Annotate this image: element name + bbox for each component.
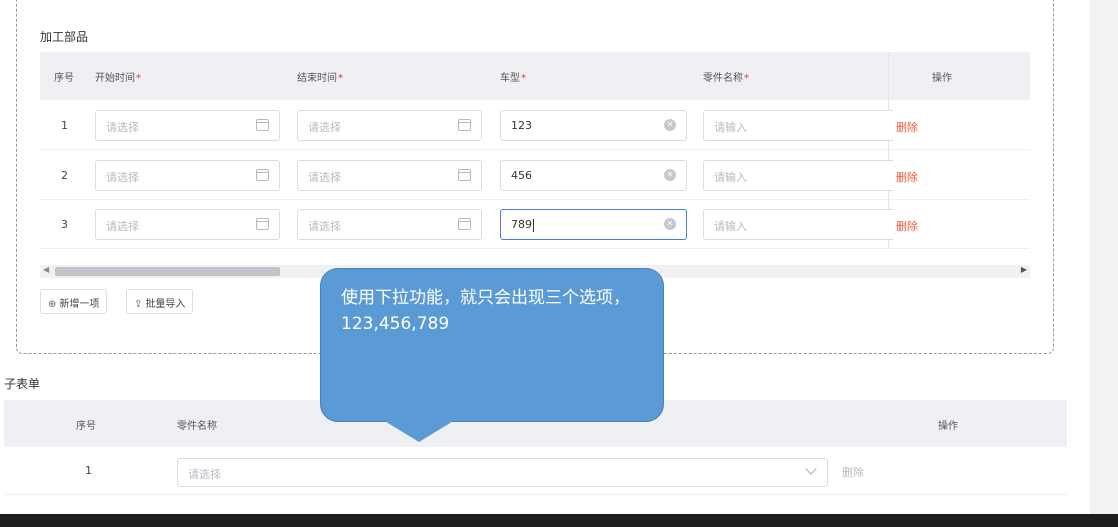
add-item-button[interactable]: ⊕ 新增一项 — [40, 289, 108, 314]
subtable-header-index: 序号 — [76, 421, 96, 432]
end-time-label: 结束时间 — [297, 73, 337, 84]
text-cursor — [533, 218, 534, 232]
row-index: 1 — [61, 119, 68, 132]
part-name-placeholder: 请输入 — [714, 220, 747, 233]
column-header-start-time: 开始时间* — [95, 69, 141, 84]
car-model-value: 789 — [511, 218, 532, 231]
delete-row-link[interactable]: 删除 — [842, 464, 864, 480]
calendar-icon — [256, 119, 269, 131]
scroll-left-arrow-icon[interactable]: ◀ — [43, 265, 49, 274]
required-mark: * — [136, 73, 141, 84]
add-item-label: 新增一项 — [59, 299, 100, 310]
part-name-input[interactable]: 请输入 — [703, 209, 893, 240]
car-model-input[interactable]: 123 ✕ — [500, 110, 687, 141]
column-header-car-model: 车型* — [500, 69, 526, 84]
chevron-down-icon — [805, 463, 817, 475]
calendar-icon — [458, 119, 471, 131]
section-title: 加工部品 — [40, 30, 89, 44]
car-model-value: 456 — [511, 169, 532, 182]
subtable-header-actions: 操作 — [938, 421, 958, 432]
car-model-value-wrap: 789 — [511, 218, 534, 232]
calendar-icon — [256, 218, 269, 230]
bottom-taskbar — [0, 514, 1118, 527]
batch-import-label: 批量导入 — [145, 299, 186, 310]
start-time-placeholder: 请选择 — [106, 220, 139, 233]
start-time-placeholder: 请选择 — [106, 171, 139, 184]
part-name-select-placeholder: 请选择 — [188, 468, 221, 481]
row-index: 2 — [61, 169, 68, 182]
table-row: 1 请选择 请选择 123 ✕ 请输入 删除 — [40, 101, 1030, 150]
calendar-icon — [256, 169, 269, 181]
batch-import-button[interactable]: ⇪ 批量导入 — [126, 289, 194, 314]
delete-row-link[interactable]: 删除 — [896, 218, 918, 234]
subtable-title: 子表单 — [4, 377, 41, 391]
part-name-placeholder: 请输入 — [714, 171, 747, 184]
table-header: 序号 开始时间* 结束时间* 车型* 零件名称* 操作 — [40, 52, 1030, 100]
car-model-input[interactable]: 789 ✕ — [500, 209, 687, 240]
upload-icon: ⇪ — [134, 299, 143, 310]
row-index: 3 — [61, 218, 68, 231]
required-mark: * — [744, 73, 749, 84]
part-name-placeholder: 请输入 — [714, 121, 747, 134]
scroll-right-arrow-icon[interactable]: ▶ — [1021, 265, 1027, 274]
annotation-callout: 使用下拉功能，就只会出现三个选项，123,456,789 — [320, 268, 664, 422]
start-time-picker[interactable]: 请选择 — [95, 110, 280, 141]
calendar-icon — [458, 218, 471, 230]
subtable-row: 1 请选择 删除 — [4, 447, 1067, 495]
delete-row-link[interactable]: 删除 — [896, 119, 918, 135]
row-index: 1 — [85, 464, 92, 477]
start-time-picker[interactable]: 请选择 — [95, 209, 280, 240]
end-time-picker[interactable]: 请选择 — [297, 209, 482, 240]
part-name-label: 零件名称 — [703, 73, 743, 84]
start-time-placeholder: 请选择 — [106, 121, 139, 134]
subtable-header-part-name: 零件名称 — [177, 421, 217, 432]
right-side-rail — [1090, 0, 1118, 527]
delete-row-link[interactable]: 删除 — [896, 169, 918, 185]
required-mark: * — [338, 73, 343, 84]
column-header-actions: 操作 — [932, 73, 952, 84]
column-header-index: 序号 — [54, 73, 74, 84]
part-name-select[interactable]: 请选择 — [177, 458, 828, 487]
end-time-placeholder: 请选择 — [308, 220, 341, 233]
clear-icon[interactable]: ✕ — [664, 119, 676, 131]
column-header-end-time: 结束时间* — [297, 69, 343, 84]
column-header-part-name: 零件名称* — [703, 69, 749, 84]
callout-pointer — [383, 420, 455, 442]
plus-circle-icon: ⊕ — [48, 299, 57, 310]
start-time-label: 开始时间 — [95, 73, 135, 84]
end-time-picker[interactable]: 请选择 — [297, 110, 482, 141]
start-time-picker[interactable]: 请选择 — [95, 160, 280, 191]
clear-icon[interactable]: ✕ — [664, 218, 676, 230]
part-name-input[interactable]: 请输入 — [703, 110, 893, 141]
required-mark: * — [521, 73, 526, 84]
end-time-placeholder: 请选择 — [308, 121, 341, 134]
end-time-placeholder: 请选择 — [308, 171, 341, 184]
car-model-value: 123 — [511, 119, 532, 132]
end-time-picker[interactable]: 请选择 — [297, 160, 482, 191]
car-model-input[interactable]: 456 ✕ — [500, 160, 687, 191]
table-row: 2 请选择 请选择 456 ✕ 请输入 删除 — [40, 151, 1030, 200]
part-name-input[interactable]: 请输入 — [703, 160, 893, 191]
clear-icon[interactable]: ✕ — [664, 169, 676, 181]
calendar-icon — [458, 169, 471, 181]
car-model-label: 车型 — [500, 73, 520, 84]
table-row: 3 请选择 请选择 789 ✕ 请输入 删除 — [40, 200, 1030, 249]
scrollbar-thumb[interactable] — [55, 267, 280, 276]
callout-text: 使用下拉功能，就只会出现三个选项，123,456,789 — [341, 288, 630, 334]
